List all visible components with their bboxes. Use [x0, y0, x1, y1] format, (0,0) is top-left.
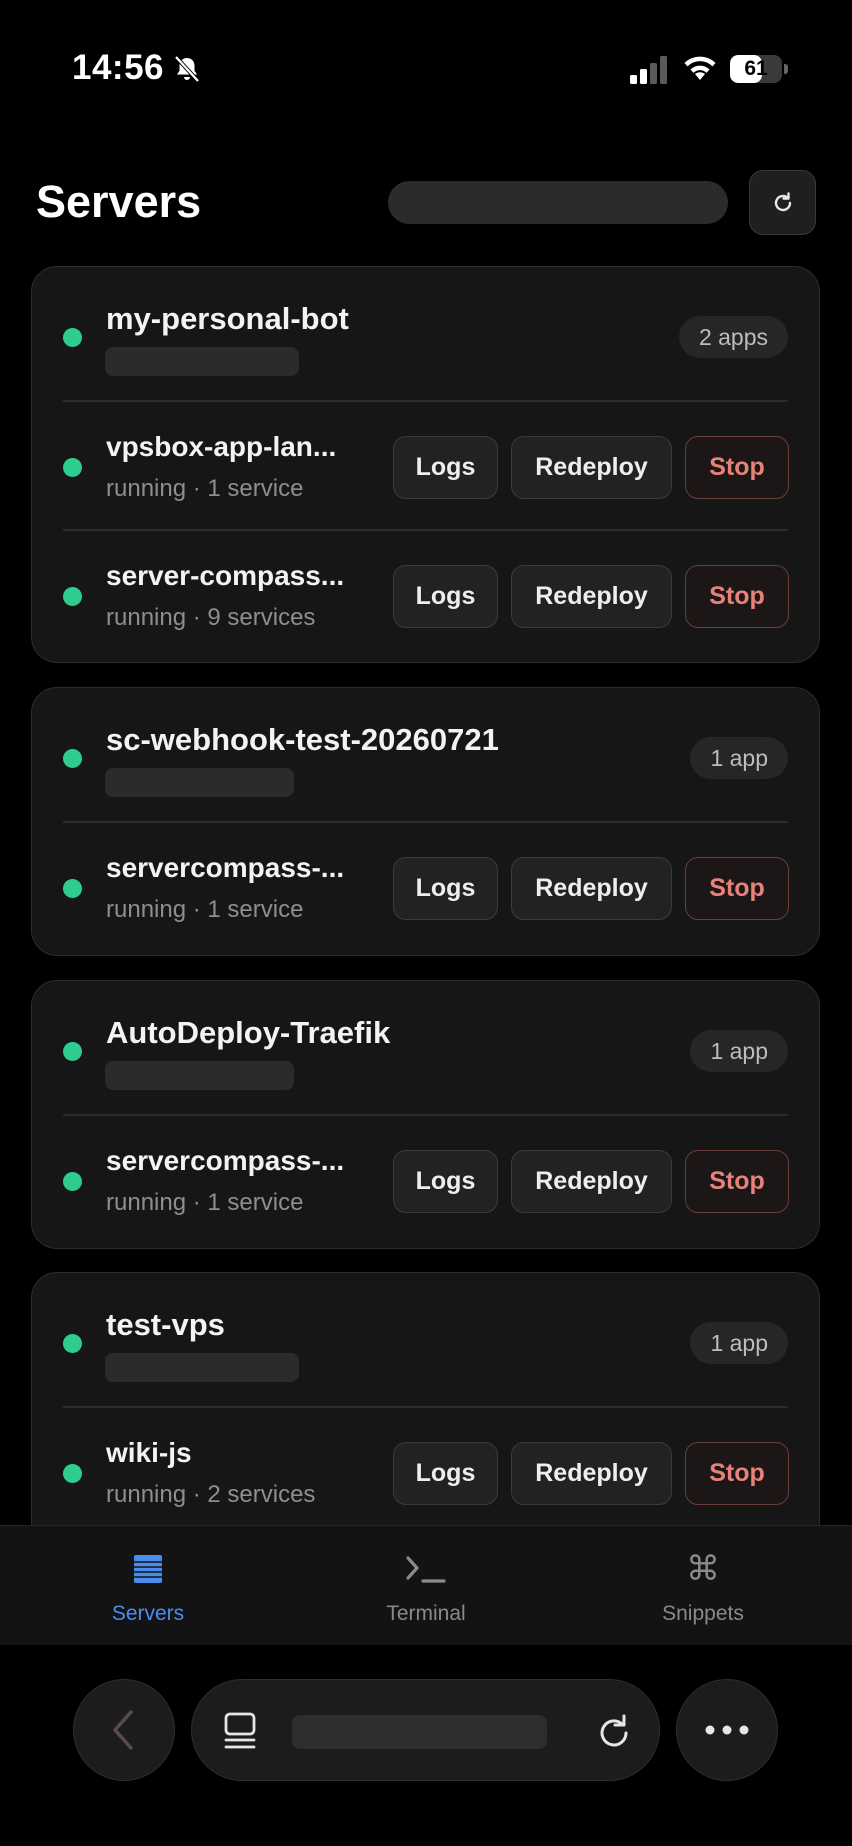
redeploy-button[interactable]: Redeploy [511, 857, 672, 920]
server-header[interactable]: sc-webhook-test-20260721 1 app [32, 688, 819, 821]
divider [63, 529, 788, 531]
server-address [105, 1061, 294, 1090]
tab-snippets[interactable]: ⌘ Snippets [603, 1526, 803, 1646]
server-card: my-personal-bot 2 apps vpsbox-app-lan...… [31, 266, 820, 663]
status-dot [63, 328, 82, 347]
app-row: server-compass... running · 9 services L… [32, 532, 819, 661]
app-name: vpsbox-app-lan... [106, 431, 337, 462]
chevron-left-icon [113, 1710, 133, 1750]
server-name: sc-webhook-test-20260721 [106, 722, 499, 757]
logs-button[interactable]: Logs [393, 565, 498, 628]
server-name: AutoDeploy-Traefik [106, 1015, 391, 1050]
server-card: sc-webhook-test-20260721 1 app servercom… [31, 687, 820, 956]
tab-label: Snippets [662, 1602, 744, 1625]
stop-button[interactable]: Stop [685, 436, 789, 499]
app-status: running · 9 services [106, 604, 316, 631]
status-dot [63, 458, 82, 477]
logs-button[interactable]: Logs [393, 1442, 498, 1505]
app-name: servercompass-... [106, 1145, 345, 1176]
status-dot [63, 1334, 82, 1353]
tab-servers[interactable]: Servers [48, 1526, 248, 1646]
status-dot [63, 1172, 82, 1191]
app-name: wiki-js [106, 1437, 192, 1468]
battery-indicator: 61 [730, 55, 788, 83]
app-row: wiki-js running · 2 services Logs Redepl… [32, 1409, 819, 1538]
server-header[interactable]: AutoDeploy-Traefik 1 app [32, 981, 819, 1114]
apps-count-badge: 1 app [690, 737, 788, 779]
logs-button[interactable]: Logs [393, 436, 498, 499]
server-header[interactable]: my-personal-bot 2 apps [32, 267, 819, 400]
divider [63, 1114, 788, 1116]
server-header[interactable]: test-vps 1 app [32, 1273, 819, 1406]
battery-percent: 61 [744, 57, 768, 80]
refresh-button[interactable] [749, 170, 816, 235]
app-status: running · 1 service [106, 896, 304, 923]
app-name: servercompass-... [106, 852, 345, 883]
logs-button[interactable]: Logs [393, 1150, 498, 1213]
status-bar: 14:56 61 [0, 0, 852, 140]
apps-count-badge: 1 app [690, 1030, 788, 1072]
stop-button[interactable]: Stop [685, 565, 789, 628]
stop-button[interactable]: Stop [685, 1442, 789, 1505]
status-dot [63, 587, 82, 606]
stop-button[interactable]: Stop [685, 857, 789, 920]
app-status: running · 2 services [106, 1481, 316, 1508]
tab-terminal[interactable]: Terminal [326, 1526, 526, 1646]
server-address [105, 347, 299, 376]
more-button[interactable] [676, 1679, 778, 1781]
tabs-icon [224, 1712, 256, 1749]
page-title: Servers [36, 176, 202, 227]
bell-muted-icon [174, 55, 200, 83]
reload-icon[interactable] [595, 1711, 633, 1751]
app-row: vpsbox-app-lan... running · 1 service Lo… [32, 403, 819, 532]
redeploy-button[interactable]: Redeploy [511, 1150, 672, 1213]
redeploy-button[interactable]: Redeploy [511, 1442, 672, 1505]
apps-count-badge: 2 apps [678, 316, 788, 358]
redeploy-button[interactable]: Redeploy [511, 436, 672, 499]
app-status: running · 1 service [106, 475, 304, 502]
divider [63, 821, 788, 823]
status-dot [63, 879, 82, 898]
app-row: servercompass-... running · 1 service Lo… [32, 1117, 819, 1246]
terminal-icon [326, 1550, 526, 1588]
address-bar[interactable] [191, 1679, 660, 1781]
tab-label: Servers [111, 1602, 185, 1625]
browser-toolbar [0, 1645, 852, 1846]
status-dot [63, 1464, 82, 1483]
server-name: my-personal-bot [106, 301, 349, 336]
cellular-signal-icon [630, 56, 667, 84]
status-time: 14:56 [72, 48, 165, 87]
redeploy-button[interactable]: Redeploy [511, 565, 672, 628]
refresh-icon [774, 191, 791, 211]
back-button[interactable] [73, 1679, 175, 1781]
server-address [105, 768, 294, 797]
divider [63, 1406, 788, 1408]
app-row: servercompass-... running · 1 service Lo… [32, 824, 819, 953]
apps-count-badge: 1 app [690, 1322, 788, 1364]
app-status: running · 1 service [106, 1189, 304, 1216]
server-stack-icon [48, 1550, 248, 1588]
status-dot [63, 1042, 82, 1061]
tab-label: Terminal [386, 1602, 466, 1625]
server-name: test-vps [106, 1307, 225, 1342]
tab-bar: Servers Terminal ⌘ Snippets [0, 1525, 852, 1645]
server-card: AutoDeploy-Traefik 1 app servercompass-.… [31, 980, 820, 1249]
server-card: test-vps 1 app wiki-js running · 2 servi… [31, 1272, 820, 1562]
more-dots-icon [705, 1725, 749, 1735]
url-text [292, 1715, 547, 1749]
divider [63, 400, 788, 402]
wifi-icon [684, 56, 716, 80]
stop-button[interactable]: Stop [685, 1150, 789, 1213]
search-input[interactable] [388, 181, 728, 224]
status-dot [63, 749, 82, 768]
app-name: server-compass... [106, 560, 345, 591]
command-icon: ⌘ [686, 1550, 720, 1588]
server-address [105, 1353, 299, 1382]
logs-button[interactable]: Logs [393, 857, 498, 920]
